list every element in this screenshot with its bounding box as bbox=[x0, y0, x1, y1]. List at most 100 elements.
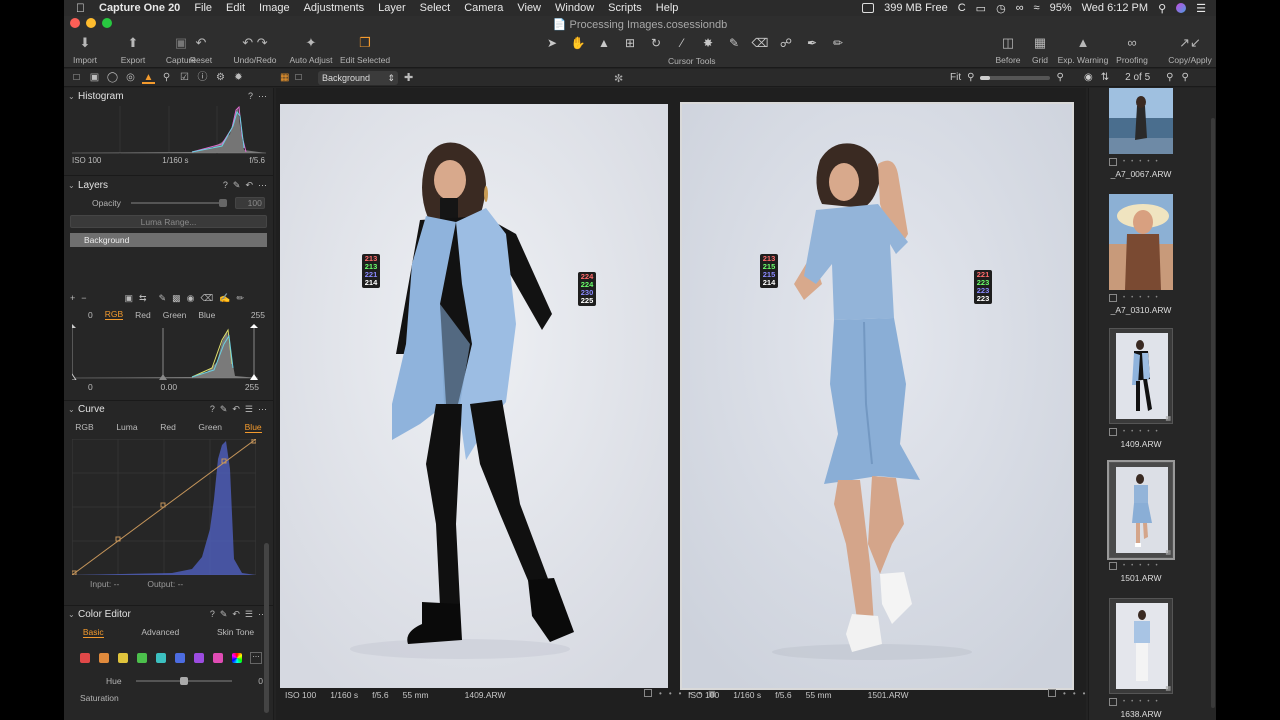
auto-adjust-button[interactable]: ✦ Auto Adjust bbox=[286, 36, 336, 66]
curve-tab-green[interactable]: Green bbox=[198, 422, 222, 433]
reset-icon[interactable]: ↶ bbox=[232, 609, 240, 620]
output-tab-icon[interactable]: ⚙ bbox=[214, 71, 227, 84]
color-editor-header[interactable]: ⌄ Color Editor ? ✎ ↶ ☰ ⋯ bbox=[64, 605, 273, 623]
remove-layer-icon[interactable]: − bbox=[81, 293, 86, 303]
star-icon[interactable]: • bbox=[1139, 429, 1141, 435]
curve-header[interactable]: ⌄ Curve ? ✎ ↶ ☰ ⋯ bbox=[64, 400, 273, 418]
search-icon[interactable]: ⚲ bbox=[1181, 72, 1188, 83]
star-icon[interactable]: • bbox=[1083, 689, 1086, 698]
before-button[interactable]: ◫ Before bbox=[994, 36, 1022, 66]
color-wheel-icon[interactable] bbox=[232, 653, 242, 663]
viewer-image-1501[interactable]: 213 215 215 214 221 223 223 223 bbox=[680, 102, 1074, 690]
star-icon[interactable]: • bbox=[1123, 159, 1125, 165]
more-icon[interactable]: ⋯ bbox=[258, 404, 267, 415]
opacity-value[interactable]: 100 bbox=[234, 197, 265, 209]
star-icon[interactable]: • bbox=[679, 689, 682, 698]
curve-tab-blue[interactable]: Blue bbox=[244, 422, 262, 433]
notification-center-icon[interactable]: ☰ bbox=[1196, 2, 1206, 15]
layer-background[interactable]: Background bbox=[70, 233, 267, 247]
filter-icon[interactable]: ⚲ bbox=[1166, 72, 1173, 83]
preset-list-icon[interactable]: ☰ bbox=[245, 404, 253, 415]
star-icon[interactable]: • bbox=[1155, 429, 1157, 435]
keystone-icon[interactable]: ⁄ bbox=[672, 36, 692, 50]
star-icon[interactable]: • bbox=[1147, 563, 1149, 569]
screen-icon[interactable] bbox=[862, 3, 875, 13]
star-icon[interactable]: • bbox=[1155, 563, 1157, 569]
thumbnail-1501[interactable]: ▦ • • • • • 1501.ARW bbox=[1107, 460, 1179, 583]
radial-gradient-icon[interactable]: ◉ bbox=[187, 293, 195, 304]
curve-graph[interactable] bbox=[71, 438, 263, 576]
color-tab-icon[interactable]: ◎ bbox=[124, 71, 137, 84]
star-icon[interactable]: • bbox=[1139, 159, 1141, 165]
thumbnail-image[interactable] bbox=[1109, 194, 1173, 290]
select-checkbox[interactable] bbox=[1109, 428, 1117, 436]
thumbnail-image[interactable]: ▦ bbox=[1109, 598, 1173, 694]
wifi-icon[interactable]: ≈ bbox=[1034, 2, 1040, 14]
lens-tab-icon[interactable]: ◯ bbox=[106, 71, 119, 84]
capture-tab-icon[interactable]: ▣ bbox=[88, 71, 101, 84]
levels-graph[interactable] bbox=[67, 324, 267, 381]
reset-button[interactable]: ↶ Reset bbox=[182, 36, 220, 66]
battery-percent[interactable]: 95% bbox=[1050, 2, 1072, 14]
erase-mask-icon[interactable]: ⌫ bbox=[201, 293, 214, 304]
star-icon[interactable]: • bbox=[1131, 295, 1133, 301]
hue-slider[interactable] bbox=[135, 677, 232, 685]
star-icon[interactable]: • bbox=[1123, 295, 1125, 301]
levels-tab-green[interactable]: Green bbox=[163, 310, 187, 320]
sort-icon[interactable]: ⇅ bbox=[1101, 72, 1109, 83]
star-icon[interactable]: • bbox=[1063, 689, 1066, 698]
time-machine-icon[interactable]: ◷ bbox=[996, 2, 1006, 15]
color-swatch-2[interactable] bbox=[99, 653, 109, 663]
color-tag-checkbox[interactable] bbox=[644, 689, 652, 697]
select-checkbox[interactable] bbox=[1109, 294, 1117, 302]
star-icon[interactable]: • bbox=[1139, 295, 1141, 301]
help-icon[interactable]: ? bbox=[210, 609, 215, 620]
apple-icon[interactable]:  bbox=[76, 1, 85, 15]
color-picker-readout-3[interactable]: 213 215 215 214 bbox=[760, 254, 778, 288]
hue-value[interactable]: 0 bbox=[258, 676, 263, 686]
swap-icon[interactable]: ⇆ bbox=[139, 293, 147, 304]
pan-hand-icon[interactable]: ✋ bbox=[568, 36, 588, 50]
more-icon[interactable]: ⋯ bbox=[258, 180, 267, 191]
star-icon[interactable]: • bbox=[1155, 159, 1157, 165]
levels-tab-rgb[interactable]: RGB bbox=[104, 309, 124, 320]
creative-cloud-icon[interactable]: C bbox=[958, 2, 966, 14]
copy-apply-button[interactable]: ↗↙ Copy/Apply bbox=[1168, 36, 1212, 66]
layers-header[interactable]: ⌄ Layers ? ✎ ↶ ⋯ bbox=[64, 175, 273, 193]
color-picker-readout-1[interactable]: 213 213 221 214 bbox=[362, 254, 380, 288]
eye-icon[interactable]: ◉ bbox=[1084, 72, 1093, 83]
menu-help[interactable]: Help bbox=[656, 2, 679, 14]
edit-selected-button[interactable]: ❐ Edit Selected bbox=[340, 36, 390, 66]
color-picker-readout-2[interactable]: 224 224 230 225 bbox=[578, 272, 596, 306]
single-view-icon[interactable]: □ bbox=[295, 72, 301, 83]
star-icon[interactable]: • bbox=[1155, 295, 1157, 301]
thumbnail-image[interactable]: ▦ bbox=[1109, 328, 1173, 424]
eraser-icon[interactable]: ⌫ bbox=[750, 36, 770, 50]
library-tab-icon[interactable]: □ bbox=[70, 71, 83, 84]
undo-redo-button[interactable]: ↶ ↷ Undo/Redo bbox=[230, 36, 280, 66]
color-tag-checkbox[interactable] bbox=[1048, 689, 1056, 697]
star-icon[interactable]: • bbox=[1147, 295, 1149, 301]
bluetooth-icon[interactable]: ∞ bbox=[1016, 2, 1024, 14]
help-icon[interactable]: ? bbox=[223, 180, 228, 191]
curve-tab-rgb[interactable]: RGB bbox=[75, 422, 93, 433]
opacity-slider[interactable] bbox=[130, 199, 227, 207]
preset-list-icon[interactable]: ☰ bbox=[245, 609, 253, 620]
levels-input-max[interactable]: 255 bbox=[251, 310, 265, 320]
star-icon[interactable]: • bbox=[669, 689, 672, 698]
airplay-icon[interactable]: ▭ bbox=[976, 2, 986, 15]
thumbnail-image[interactable]: ▦ bbox=[1107, 460, 1175, 560]
menu-file[interactable]: File bbox=[194, 2, 212, 14]
exposure-tab-icon[interactable]: ▲ bbox=[142, 71, 155, 84]
brush-icon[interactable]: ✎ bbox=[220, 404, 228, 415]
color-editor-tab-skin-tone[interactable]: Skin Tone bbox=[217, 627, 254, 638]
luma-range-button[interactable]: Luma Range... bbox=[70, 215, 267, 228]
reset-icon[interactable]: ↶ bbox=[245, 180, 253, 191]
siri-icon[interactable] bbox=[1176, 3, 1187, 13]
spot-removal-icon[interactable]: ✸ bbox=[698, 36, 718, 50]
star-icon[interactable]: • bbox=[1139, 699, 1141, 705]
menu-scripts[interactable]: Scripts bbox=[608, 2, 642, 14]
import-button[interactable]: ⬇ Import bbox=[66, 36, 104, 66]
menu-view[interactable]: View bbox=[517, 2, 541, 14]
add-layer-icon[interactable]: + bbox=[70, 293, 75, 303]
